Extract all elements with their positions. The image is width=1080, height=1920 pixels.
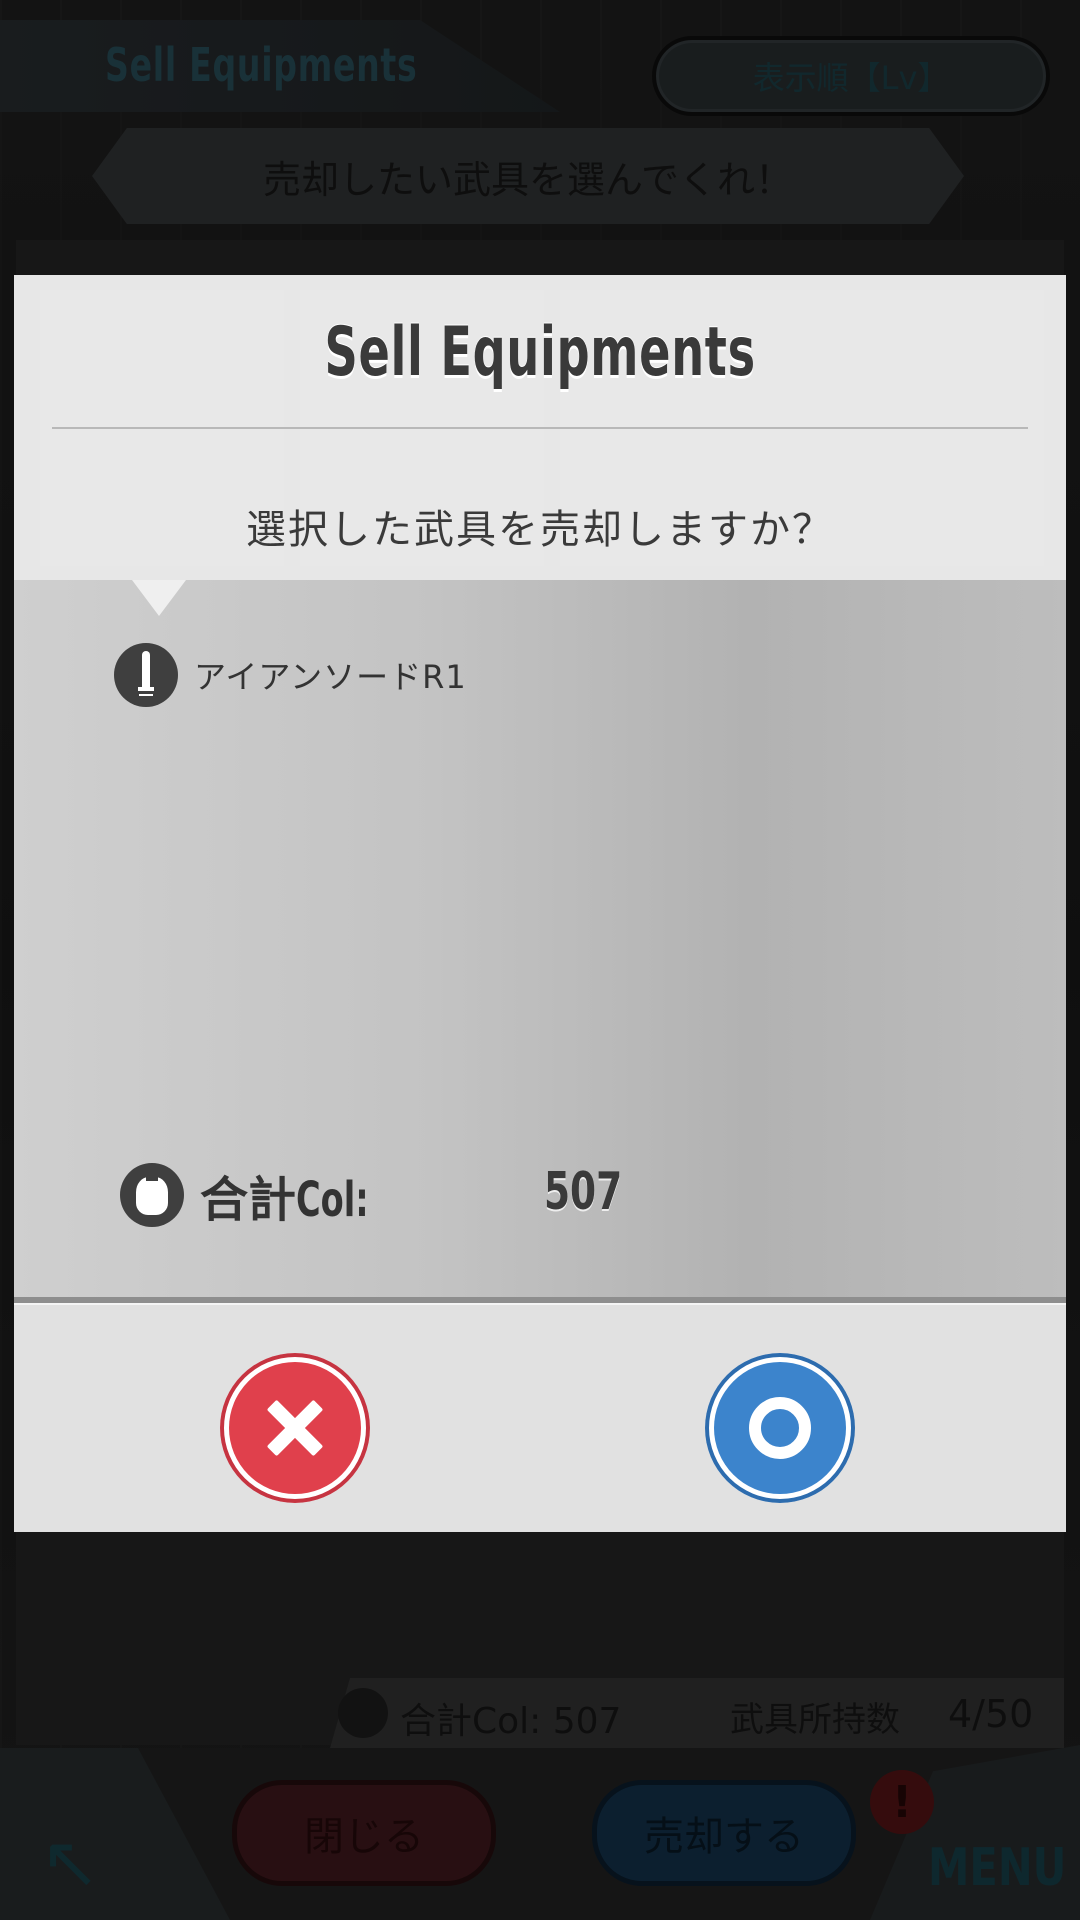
dialog-title: Sell Equipments	[324, 313, 756, 392]
total-row: 合計Col:	[120, 1160, 400, 1230]
sword-icon	[114, 643, 178, 707]
dialog-pointer	[132, 580, 186, 616]
total-label: 合計Col:	[200, 1172, 369, 1228]
dialog-question: 選択した武具を売却しますか？	[246, 507, 834, 553]
list-item: アイアンソードR1	[114, 643, 467, 707]
dialog-footer	[14, 1303, 1066, 1532]
sell-confirm-dialog: Sell Equipments 選択した武具を売却しますか？ アイアンソードR1…	[14, 275, 1066, 1532]
confirm-button[interactable]	[705, 1353, 855, 1503]
item-name: アイアンソードR1	[194, 658, 467, 696]
dialog-divider	[52, 427, 1028, 429]
close-x-icon	[266, 1399, 324, 1457]
confirm-o-icon	[749, 1397, 811, 1459]
cancel-button[interactable]	[220, 1353, 370, 1503]
dialog-header: Sell Equipments 選択した武具を売却しますか？	[14, 275, 1066, 580]
money-bag-icon	[120, 1163, 184, 1227]
total-value: 507	[544, 1162, 623, 1222]
